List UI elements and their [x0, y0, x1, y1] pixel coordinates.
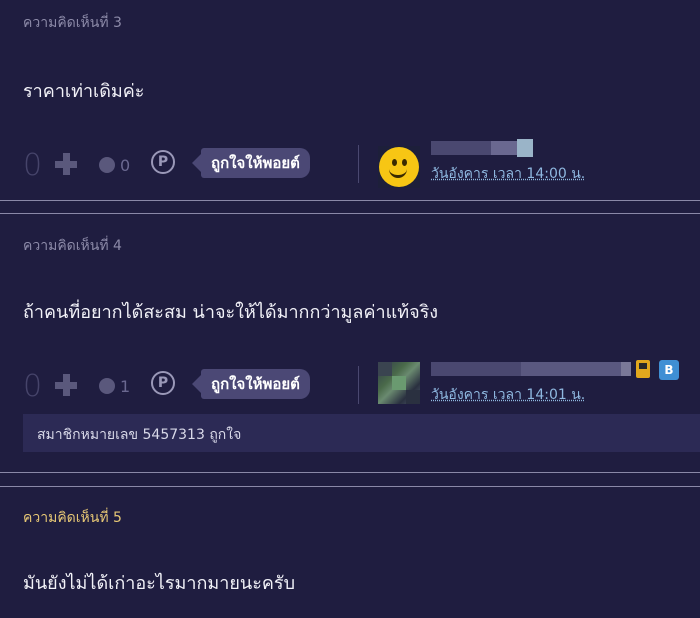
vote-count: 0 — [23, 369, 43, 404]
comment-actions: 0 1 P ถูกใจให้พอยต์ B วันอังคาร เวลา 14:… — [23, 360, 700, 406]
comment-divider — [0, 486, 700, 487]
like-point-button[interactable]: ถูกใจให้พอยต์ — [192, 369, 310, 399]
blog-badge-icon: B — [659, 360, 679, 380]
liked-by-panel: สมาชิกหมายเลข 5457313 ถูกใจ — [23, 414, 700, 452]
comment-body: มันยังไม่ได้เก่าอะไรมากมายนะครับ — [23, 573, 296, 594]
divider — [358, 145, 359, 183]
comment-body: ถ้าคนที่อยากได้สะสม น่าจะให้ได้มากกว่ามู… — [23, 302, 439, 323]
comment-actions: 0 0 P ถูกใจให้พอยต์ วันอังคาร เวลา 14:00… — [23, 139, 700, 188]
vote-count: 0 — [23, 148, 43, 183]
liked-by-text: สมาชิกหมายเลข 5457313 ถูกใจ — [37, 427, 242, 443]
point-icon: P — [151, 150, 175, 174]
comment-date[interactable]: วันอังคาร เวลา 14:01 น. — [431, 384, 585, 406]
comment-divider — [0, 213, 700, 214]
comment-header: ความคิดเห็นที่ 4 — [23, 238, 122, 254]
comment-divider — [0, 200, 700, 201]
comment-header: ความคิดเห็นที่ 3 — [23, 15, 122, 31]
divider — [358, 366, 359, 404]
point-icon: P — [151, 371, 175, 395]
comment-date[interactable]: วันอังคาร เวลา 14:00 น. — [431, 163, 585, 185]
plus-icon[interactable] — [55, 374, 77, 396]
comment-divider — [0, 472, 700, 473]
comment-header: ความคิดเห็นที่ 5 — [23, 510, 122, 526]
emotion-count: 0 — [120, 156, 131, 175]
avatar[interactable] — [378, 362, 420, 404]
emotion-count: 1 — [120, 377, 131, 396]
like-point-button[interactable]: ถูกใจให้พอยต์ — [192, 148, 310, 178]
avatar[interactable] — [378, 146, 420, 188]
emotion-icon[interactable] — [99, 378, 115, 394]
comment-body: ราคาเท่าเดิมค่ะ — [23, 81, 145, 102]
plus-icon[interactable] — [55, 153, 77, 175]
emotion-icon[interactable] — [99, 157, 115, 173]
member-badge-icon — [636, 360, 650, 378]
